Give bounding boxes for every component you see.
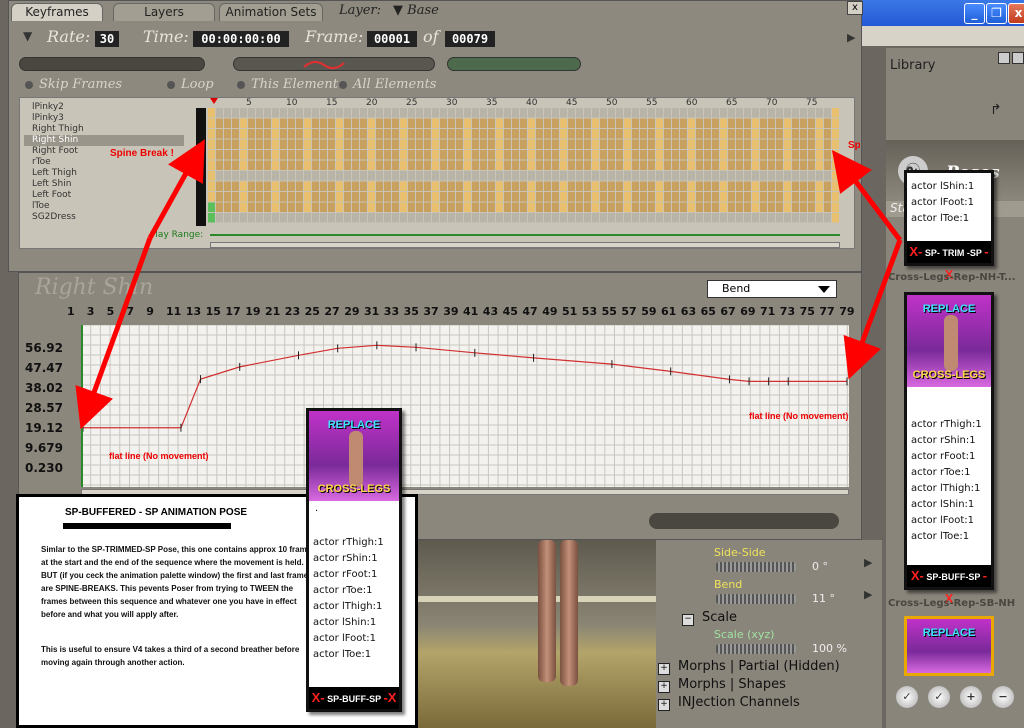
screen: _ ❐ x Library ↱ ☯ Poses Standing actor l…: [0, 0, 1024, 728]
arrow-spine-left: [147, 139, 205, 240]
arrow-flat-right: [843, 239, 903, 380]
annotation-arrows: [75, 139, 903, 430]
arrow-flat-left: [75, 237, 153, 430]
arrow-spine-right: [831, 150, 902, 242]
